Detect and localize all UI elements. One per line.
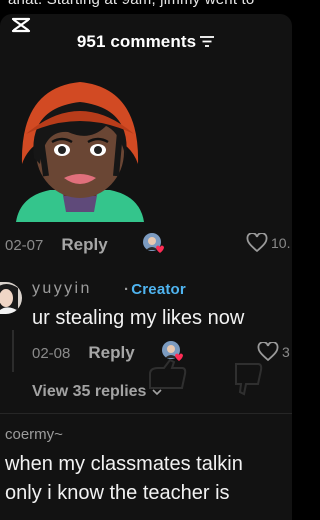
next-comment-text: when my classmates talkin only i know th… xyxy=(5,450,243,508)
avatar-sticker-image xyxy=(16,82,144,222)
reply-to-reply-button[interactable]: Reply xyxy=(88,343,134,363)
comments-header: 951 comments xyxy=(0,32,292,53)
separator-dot: · xyxy=(124,281,130,298)
filter-lines-icon[interactable] xyxy=(199,33,215,53)
top-comment-meta: 02-07 Reply xyxy=(5,235,108,255)
comments-count: 951 comments xyxy=(76,32,197,51)
reply-username[interactable]: yuyyin xyxy=(32,280,92,298)
next-comment-line-1: when my classmates talkin xyxy=(5,453,243,475)
reply-like-count: 3 xyxy=(282,344,290,360)
video-caption: ahat. Starting at 9am, jimmy went to xyxy=(0,0,292,9)
view-replies-label: View 35 replies xyxy=(32,383,147,400)
next-comment-line-2: only i know the teacher is xyxy=(5,482,230,504)
heart-outline-icon xyxy=(246,233,268,253)
view-replies-button[interactable]: View 35 replies xyxy=(32,383,162,401)
creator-label: Creator xyxy=(131,281,186,298)
capcut-icon[interactable] xyxy=(11,17,31,33)
thread-line xyxy=(12,330,14,372)
next-comment-username[interactable]: coermy~ xyxy=(5,426,63,443)
like-button[interactable]: 10. xyxy=(246,233,290,253)
like-count: 10. xyxy=(271,235,291,251)
reply-button[interactable]: Reply xyxy=(61,235,107,255)
creator-liked-avatar-icon xyxy=(143,233,164,253)
reply-date: 02-08 xyxy=(32,344,71,362)
comment-divider xyxy=(0,413,292,414)
chevron-down-icon xyxy=(152,389,162,396)
creator-badge: · Creator xyxy=(124,281,186,298)
reply-meta: 02-08 Reply xyxy=(32,343,135,363)
comment-date: 02-07 xyxy=(5,236,44,254)
reply-text: ur stealing my likes now xyxy=(32,307,245,329)
